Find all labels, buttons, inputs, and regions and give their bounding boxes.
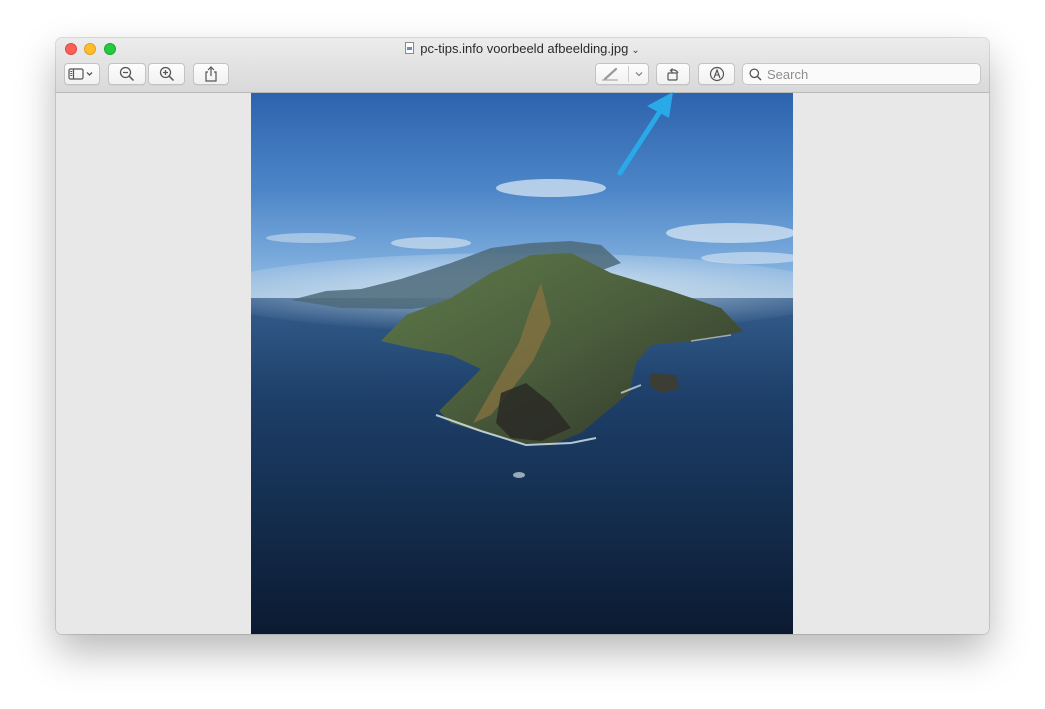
sidebar-toggle-button[interactable] xyxy=(64,63,100,85)
share-icon xyxy=(205,66,217,82)
preview-window: pc-tips.info voorbeeld afbeelding.jpg ⌄ xyxy=(56,38,989,634)
rotate-left-button[interactable] xyxy=(656,63,690,85)
sidebar-icon xyxy=(68,68,93,80)
jpeg-document-icon xyxy=(405,42,415,54)
zoom-in-button[interactable] xyxy=(148,63,185,85)
share-button[interactable] xyxy=(193,63,229,85)
split-divider xyxy=(628,66,629,82)
catalina-island-photo[interactable] xyxy=(251,93,793,634)
zoom-out-button[interactable] xyxy=(108,63,146,85)
zoom-out-icon xyxy=(119,66,135,82)
chevron-down-icon[interactable] xyxy=(633,68,645,80)
image-canvas xyxy=(56,93,989,634)
markup-icon xyxy=(709,66,724,82)
island-landscape-image xyxy=(251,179,793,634)
title-bar: pc-tips.info voorbeeld afbeelding.jpg ⌄ xyxy=(56,38,989,93)
rotate-left-icon xyxy=(667,68,679,81)
search-input[interactable] xyxy=(767,66,967,82)
search-field[interactable] xyxy=(742,63,981,85)
window-title-text: pc-tips.info voorbeeld afbeelding.jpg xyxy=(420,41,629,56)
zoom-in-icon xyxy=(159,66,174,82)
search-icon xyxy=(749,67,762,81)
pen-icon xyxy=(602,67,618,81)
highlight-pen-button[interactable] xyxy=(595,63,649,85)
window-title[interactable]: pc-tips.info voorbeeld afbeelding.jpg ⌄ xyxy=(56,41,989,59)
markup-toolbar-button[interactable] xyxy=(698,63,735,85)
chevron-down-icon: ⌄ xyxy=(631,45,640,56)
